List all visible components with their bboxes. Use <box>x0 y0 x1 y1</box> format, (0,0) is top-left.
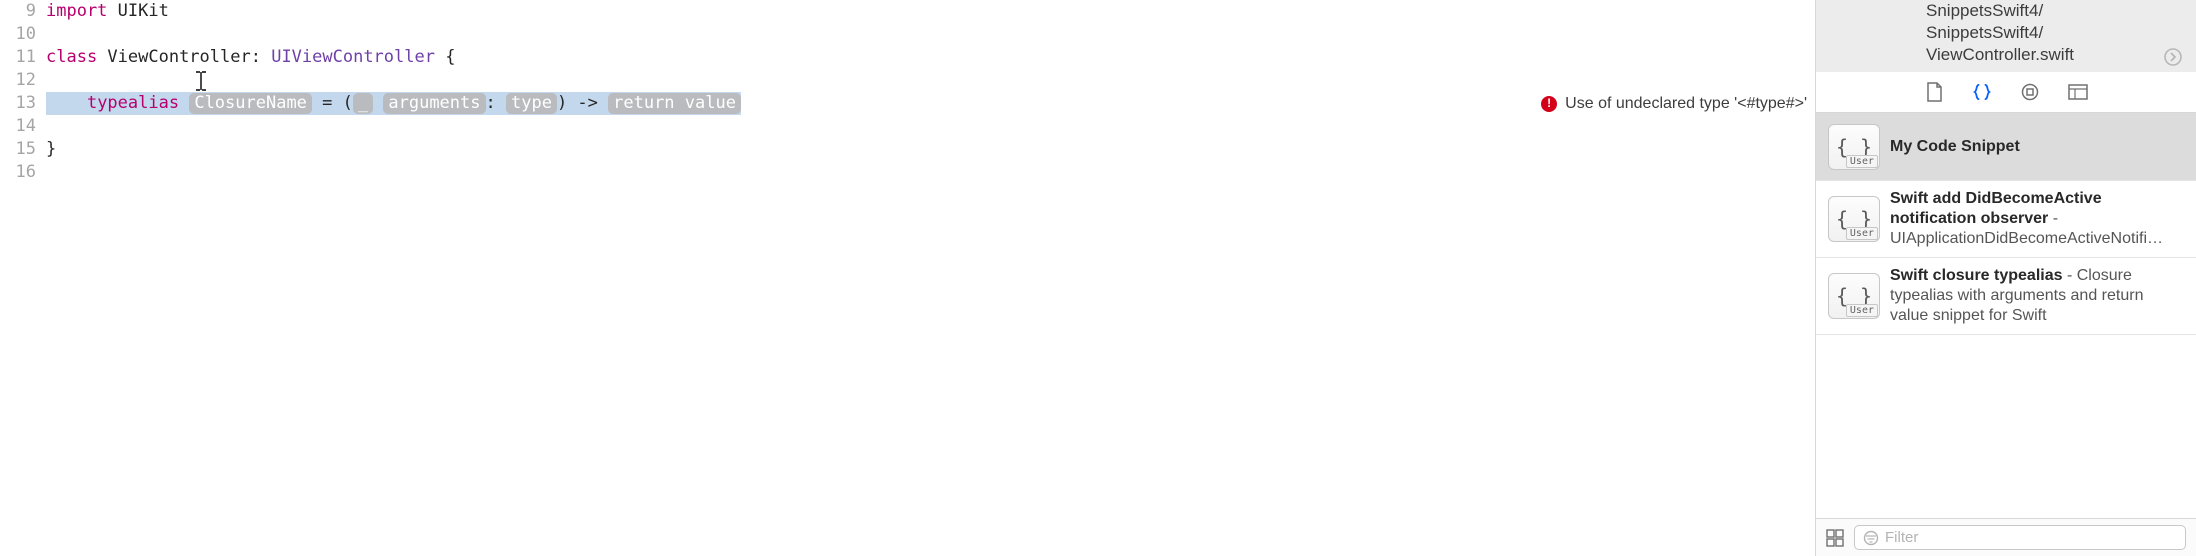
snippet-title: My Code Snippet <box>1890 138 2020 155</box>
brace: { <box>435 47 455 67</box>
snippet-icon: { }User <box>1828 273 1880 319</box>
library-tab-bar <box>1816 72 2196 113</box>
code-editor-pane[interactable]: 9 10 11 12 13 14 15 16 import UIKit clas… <box>0 0 1815 556</box>
line-number: 12 <box>0 69 36 92</box>
error-message: Use of undeclared type '<#type#>' <box>1565 92 1807 115</box>
forward-arrow-icon[interactable] <box>2164 48 2182 66</box>
class-name: ViewController <box>97 47 251 67</box>
brace-close: } <box>46 139 56 159</box>
line-number: 11 <box>0 46 36 69</box>
keyword-class: class <box>46 47 97 67</box>
code-line[interactable] <box>46 161 1815 184</box>
keyword-import: import <box>46 1 107 21</box>
code-line[interactable]: import UIKit <box>46 0 1815 23</box>
code-line[interactable] <box>46 69 1815 92</box>
superclass: UIViewController <box>271 47 435 67</box>
code-snippet-tab-icon[interactable] <box>1972 82 1992 102</box>
placeholder-arguments[interactable]: arguments <box>383 93 485 114</box>
object-library-tab-icon[interactable] <box>2020 82 2040 102</box>
file-template-tab-icon[interactable] <box>1924 82 1944 102</box>
line-number: 9 <box>0 0 36 23</box>
media-library-tab-icon[interactable] <box>2068 82 2088 102</box>
snippet-title: Swift add DidBecomeActive notification o… <box>1890 190 2102 227</box>
filter-bar <box>1816 518 2196 556</box>
snippet-list: { }User My Code Snippet { }User Swift ad… <box>1816 113 2196 518</box>
code-line[interactable] <box>46 23 1815 46</box>
breadcrumb-segment: SnippetsSwift4/ <box>1926 0 2158 22</box>
punct: : <box>251 47 271 67</box>
file-breadcrumb[interactable]: SnippetsSwift4/ SnippetsSwift4/ ViewCont… <box>1816 0 2196 72</box>
grid-view-icon[interactable] <box>1826 529 1844 547</box>
code-line[interactable] <box>46 115 1815 138</box>
utilities-sidebar: SnippetsSwift4/ SnippetsSwift4/ ViewCont… <box>1815 0 2196 556</box>
line-number-gutter: 9 10 11 12 13 14 15 16 <box>0 0 46 556</box>
text-cursor-icon <box>194 71 196 91</box>
filter-field[interactable] <box>1854 525 2186 550</box>
code-line[interactable]: } <box>46 138 1815 161</box>
line-number: 13 <box>0 92 36 115</box>
error-banner[interactable]: ! Use of undeclared type '<#type#>' <box>1541 92 1815 115</box>
placeholder-closure-name[interactable]: ClosureName <box>189 93 312 114</box>
snippet-item-didbecomeactive[interactable]: { }User Swift add DidBecomeActive notifi… <box>1816 181 2196 258</box>
line-number: 15 <box>0 138 36 161</box>
placeholder-type[interactable]: type <box>506 93 557 114</box>
snippet-icon: { }User <box>1828 124 1880 170</box>
error-icon: ! <box>1541 96 1557 112</box>
filter-icon <box>1863 530 1879 546</box>
snippet-item-my-code-snippet[interactable]: { }User My Code Snippet <box>1816 113 2196 181</box>
code-line[interactable]: class ViewController: UIViewController { <box>46 46 1815 69</box>
line-number: 10 <box>0 23 36 46</box>
snippet-item-closure-typealias[interactable]: { }User Swift closure typealias - Closur… <box>1816 258 2196 335</box>
line-number: 14 <box>0 115 36 138</box>
breadcrumb-segment: SnippetsSwift4/ <box>1926 22 2158 44</box>
breadcrumb-segment: ViewController.swift <box>1926 44 2158 66</box>
snippet-icon: { }User <box>1828 196 1880 242</box>
placeholder-wildcard[interactable]: _ <box>353 93 373 114</box>
keyword-typealias: typealias <box>87 93 179 113</box>
code-text-area[interactable]: import UIKit class ViewController: UIVie… <box>46 0 1815 556</box>
line-number: 16 <box>0 161 36 184</box>
module-name: UIKit <box>107 1 168 21</box>
filter-input[interactable] <box>1885 529 2177 546</box>
snippet-title: Swift closure typealias <box>1890 267 2063 284</box>
placeholder-return-value[interactable]: return value <box>608 93 741 114</box>
